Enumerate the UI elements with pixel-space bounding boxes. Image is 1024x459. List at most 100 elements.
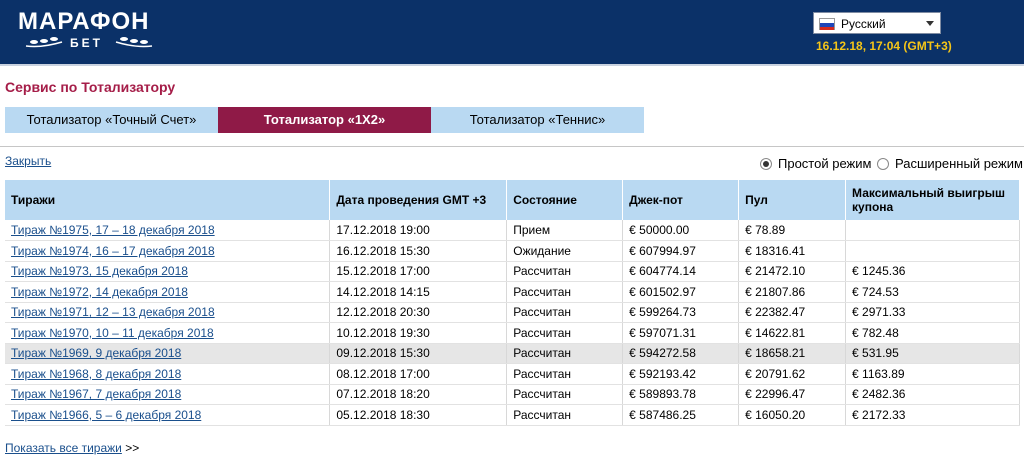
extended-mode-label: Расширенный режим — [895, 156, 1023, 171]
simple-mode-radio[interactable] — [760, 157, 772, 170]
column-header-pool: Пул — [738, 180, 847, 220]
draw-jackpot: € 589893.78 — [629, 387, 696, 402]
table-cell: € 21472.10 — [738, 261, 847, 282]
current-datetime: 16.12.18, 17:04 (GMT+3) — [816, 39, 952, 53]
draw-jackpot: € 50000.00 — [629, 223, 690, 237]
page-title: Сервис по Тотализатору — [5, 79, 176, 95]
extended-mode-radio[interactable] — [877, 157, 889, 170]
table-row: Тираж №1973, 15 декабря 2018 15.12.2018 1… — [5, 261, 1020, 282]
table-cell: € 607994.97 — [622, 240, 740, 262]
draw-jackpot: € 599264.73 — [629, 305, 696, 320]
draw-link[interactable]: Тираж №1966, 5 – 6 декабря 2018 — [11, 408, 201, 422]
table-row: Тираж №1969, 9 декабря 2018 09.12.2018 15… — [5, 343, 1020, 364]
table-cell: Тираж №1966, 5 – 6 декабря 2018 — [5, 404, 331, 426]
simple-mode-option[interactable]: Простой режим — [760, 156, 871, 171]
table-cell: Тираж №1967, 7 декабря 2018 — [5, 384, 331, 405]
table-row: Тираж №1972, 14 декабря 2018 14.12.2018 1… — [5, 281, 1020, 303]
show-all-row: Показать все тиражи >> — [5, 441, 139, 455]
draw-date: 14.12.2018 14:15 — [336, 284, 430, 299]
table-cell: Рассчитан — [506, 384, 624, 405]
table-row: Тираж №1968, 8 декабря 2018 08.12.2018 17… — [5, 363, 1020, 385]
laurel-left-icon — [25, 37, 63, 48]
table-cell: € 1245.36 — [845, 261, 1020, 282]
draw-status: Ожидание — [513, 243, 571, 258]
chevron-down-icon — [926, 21, 934, 26]
draw-jackpot: € 607994.97 — [629, 243, 696, 258]
table-cell: 16.12.2018 15:30 — [329, 240, 508, 262]
draw-link[interactable]: Тираж №1974, 16 – 17 декабря 2018 — [11, 244, 215, 258]
draw-max-win: € 782.48 — [852, 325, 899, 340]
close-link[interactable]: Закрыть — [5, 154, 51, 168]
table-cell: € 531.95 — [845, 343, 1020, 364]
draw-status: Рассчитан — [513, 305, 571, 320]
table-cell: € 587486.25 — [622, 404, 740, 426]
draw-link[interactable]: Тираж №1971, 12 – 13 декабря 2018 — [11, 305, 215, 319]
table-cell: € 16050.20 — [738, 404, 847, 426]
draw-pool: € 18316.41 — [745, 243, 806, 258]
language-select[interactable]: Русский — [813, 12, 941, 34]
table-cell: Тираж №1970, 10 – 11 декабря 2018 — [5, 322, 331, 344]
draw-jackpot: € 594272.58 — [629, 346, 696, 361]
show-all-draws-link[interactable]: Показать все тиражи — [5, 441, 122, 455]
draw-pool: € 22382.47 — [745, 305, 806, 320]
table-cell: € 592193.42 — [622, 363, 740, 385]
simple-mode-label: Простой режим — [778, 156, 872, 171]
language-label: Русский — [841, 17, 886, 31]
table-cell: € 599264.73 — [622, 302, 740, 323]
column-header-max-win: Максимальный выигрыш купона — [845, 180, 1020, 220]
draw-date: 05.12.2018 18:30 — [336, 407, 430, 422]
table-row: Тираж №1970, 10 – 11 декабря 2018 10.12.2… — [5, 322, 1020, 344]
table-cell: Тираж №1968, 8 декабря 2018 — [5, 363, 331, 385]
table-cell: € 22382.47 — [738, 302, 847, 323]
draw-link[interactable]: Тираж №1975, 17 – 18 декабря 2018 — [11, 223, 215, 237]
extended-mode-option[interactable]: Расширенный режим — [877, 156, 1023, 171]
draw-status: Прием — [513, 223, 551, 237]
table-cell: € 20791.62 — [738, 363, 847, 385]
table-cell: € 589893.78 — [622, 384, 740, 405]
draw-link[interactable]: Тираж №1970, 10 – 11 декабря 2018 — [11, 326, 214, 340]
table-cell: € 22996.47 — [738, 384, 847, 405]
table-header-row: Тиражи Дата проведения GMT +3 Состояние … — [5, 180, 1020, 220]
table-cell: Рассчитан — [506, 322, 624, 344]
table-cell: € 78.89 — [738, 220, 847, 241]
tab-tennis[interactable]: Тотализатор «Теннис» — [431, 107, 644, 133]
table-cell: Рассчитан — [506, 302, 624, 323]
draw-link[interactable]: Тираж №1972, 14 декабря 2018 — [11, 285, 188, 299]
tab-1x2[interactable]: Тотализатор «1Х2» — [218, 107, 431, 133]
draw-link[interactable]: Тираж №1967, 7 декабря 2018 — [11, 387, 181, 401]
column-header-jackpot: Джек-пот — [622, 180, 740, 220]
table-cell: € 594272.58 — [622, 343, 740, 364]
column-header-draws: Тиражи — [5, 180, 331, 220]
table-cell: 08.12.2018 17:00 — [329, 363, 508, 385]
table-cell: Рассчитан — [506, 343, 624, 364]
table-row: Тираж №1967, 7 декабря 2018 07.12.2018 18… — [5, 384, 1020, 405]
table-cell: € 18658.21 — [738, 343, 847, 364]
table-cell — [845, 240, 1020, 262]
table-cell: 10.12.2018 19:30 — [329, 322, 508, 344]
draw-link[interactable]: Тираж №1968, 8 декабря 2018 — [11, 367, 181, 381]
draw-date: 09.12.2018 15:30 — [336, 346, 430, 361]
table-cell: 09.12.2018 15:30 — [329, 343, 508, 364]
table-cell: Тираж №1972, 14 декабря 2018 — [5, 281, 331, 303]
table-cell — [845, 220, 1020, 241]
draw-date: 15.12.2018 17:00 — [336, 264, 430, 279]
table-body: Тираж №1975, 17 – 18 декабря 2018 17.12.2… — [5, 220, 1020, 426]
table-cell: Рассчитан — [506, 281, 624, 303]
draw-max-win: € 1245.36 — [852, 264, 906, 279]
russia-flag-icon — [819, 18, 835, 30]
table-row: Тираж №1974, 16 – 17 декабря 2018 16.12.2… — [5, 240, 1020, 262]
table-cell: € 21807.86 — [738, 281, 847, 303]
draw-date: 12.12.2018 20:30 — [336, 305, 430, 320]
draw-status: Рассчитан — [513, 264, 571, 279]
table-cell: Рассчитан — [506, 363, 624, 385]
draw-link[interactable]: Тираж №1969, 9 декабря 2018 — [11, 346, 181, 360]
draw-link[interactable]: Тираж №1973, 15 декабря 2018 — [11, 264, 188, 278]
table-cell: Тираж №1974, 16 – 17 декабря 2018 — [5, 240, 331, 262]
marathon-bet-logo[interactable]: МАРАФОН БЕТ — [18, 8, 158, 56]
table-cell: € 601502.97 — [622, 281, 740, 303]
draw-max-win: € 724.53 — [852, 284, 899, 299]
table-cell: € 2971.33 — [845, 302, 1020, 323]
draw-pool: € 22996.47 — [745, 387, 806, 402]
tab-exact-score[interactable]: Тотализатор «Точный Счет» — [5, 107, 218, 133]
draw-status: Рассчитан — [513, 325, 571, 340]
